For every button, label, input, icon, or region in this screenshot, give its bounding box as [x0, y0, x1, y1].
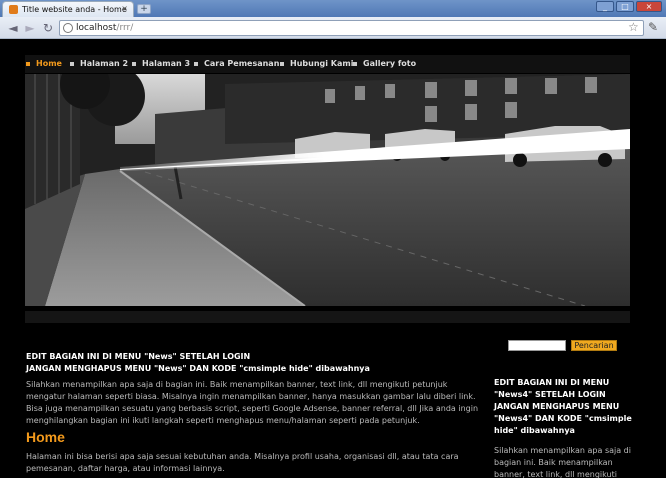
sidebar-notice-line-2: JANGAN MENGHAPUS MENU "News4" DAN KODE "…	[494, 402, 632, 435]
intro-text: Silahkan menampilkan apa saja di bagian …	[26, 380, 479, 425]
sidebar-text: Silahkan menampilkan apa saja di bagian …	[494, 446, 631, 478]
news-notice-line-1: EDIT BAGIAN INI DI MENU "News" SETELAH L…	[26, 352, 251, 361]
bookmark-star-icon[interactable]: ☆	[628, 20, 639, 34]
wrench-icon[interactable]: ✎	[648, 20, 658, 34]
search-button[interactable]: Pencarian	[571, 340, 617, 351]
url-path: /rrr/	[116, 23, 134, 33]
menu-item-cara-pemesanan[interactable]: Cara Pemesanan	[194, 59, 279, 68]
menu-item-halaman-2[interactable]: Halaman 2	[70, 59, 128, 68]
back-arrow-icon[interactable]: ◄	[5, 20, 21, 36]
sidebar-notice: EDIT BAGIAN INI DI MENU "News4" SETELAH …	[494, 377, 634, 437]
minimize-button[interactable]: _	[596, 1, 614, 12]
menu-item-home[interactable]: Home	[26, 59, 62, 68]
page-title: Home	[26, 429, 65, 445]
menu-bullet-icon	[132, 61, 136, 66]
menu-item-halaman-3[interactable]: Halaman 3	[132, 59, 190, 68]
menu-item-label: Halaman 3	[142, 59, 191, 68]
menu-bullet-icon	[353, 61, 357, 66]
new-tab-button[interactable]: +	[137, 4, 151, 14]
menu-item-hubungi-kami[interactable]: Hubungi Kami	[280, 59, 353, 68]
menu-bullet-icon	[26, 61, 30, 66]
forward-arrow-icon[interactable]: ►	[22, 20, 38, 36]
tab-title: Title website anda - Home	[22, 5, 127, 14]
menu-bullet-icon	[70, 61, 74, 66]
menu-item-gallery-foto[interactable]: Gallery foto	[353, 59, 416, 68]
page-content: Home Halaman 2 Halaman 3 Cara Pemesanan …	[0, 40, 666, 478]
url-text: localhost/rrr/	[76, 23, 133, 33]
maximize-button[interactable]: □	[616, 1, 634, 12]
home-body-text: Halaman ini bisa berisi apa saja sesuai …	[26, 452, 459, 473]
search-input[interactable]	[508, 340, 566, 351]
sidebar-notice-line-1: EDIT BAGIAN INI DI MENU "News4" SETELAH …	[494, 378, 610, 399]
reload-icon[interactable]: ↻	[40, 20, 56, 36]
banner-bottom-bar	[25, 311, 630, 323]
menu-bullet-icon	[194, 61, 198, 66]
street-photo	[25, 74, 630, 306]
main-menu: Home Halaman 2 Halaman 3 Cara Pemesanan …	[25, 55, 630, 73]
menu-item-label: Cara Pemesanan	[204, 59, 280, 68]
url-host: localhost	[76, 23, 117, 33]
tab-close-icon[interactable]: ×	[121, 4, 128, 13]
news-notice: EDIT BAGIAN INI DI MENU "News" SETELAH L…	[26, 351, 486, 375]
menu-item-label: Halaman 2	[80, 59, 129, 68]
header-banner-image	[25, 74, 630, 306]
address-bar[interactable]: localhost/rrr/	[59, 20, 644, 36]
news-notice-line-2: JANGAN MENGHAPUS MENU "News" DAN KODE "c…	[26, 364, 370, 373]
browser-tab[interactable]: Title website anda - Home ×	[2, 1, 134, 17]
browser-tabstrip: Title website anda - Home × + _ □ ×	[0, 0, 666, 17]
window-close-button[interactable]: ×	[636, 1, 662, 12]
menu-item-label: Gallery foto	[363, 59, 417, 68]
menu-bullet-icon	[280, 61, 284, 66]
browser-toolbar: ◄ ► ↻ localhost/rrr/	[0, 17, 666, 39]
globe-icon	[63, 23, 73, 33]
favicon-icon	[9, 5, 18, 14]
menu-item-label: Home	[36, 59, 62, 68]
menu-item-label: Hubungi Kami	[290, 59, 354, 68]
